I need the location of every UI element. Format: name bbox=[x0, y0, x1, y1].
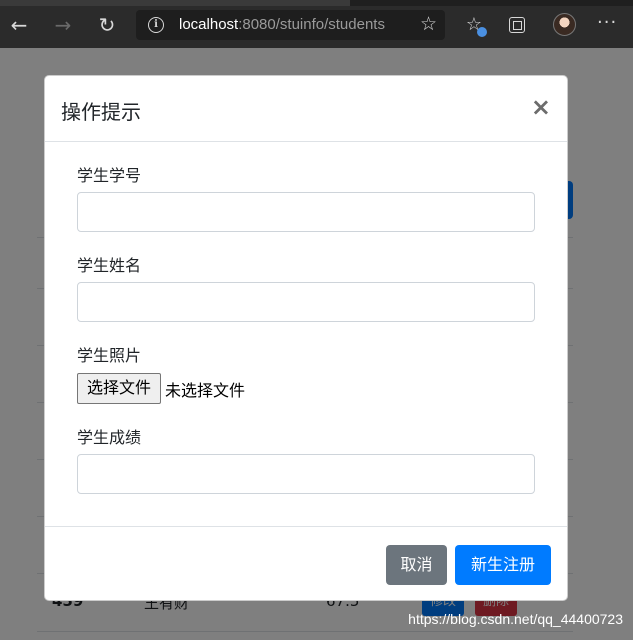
modal-footer-divider bbox=[45, 526, 567, 527]
student-photo-label: 学生照片 bbox=[77, 346, 142, 365]
student-name-label: 学生姓名 bbox=[77, 256, 142, 275]
more-icon[interactable]: ··· bbox=[597, 12, 617, 33]
avatar[interactable] bbox=[553, 13, 576, 36]
star-icon[interactable]: ☆ bbox=[420, 13, 437, 35]
refresh-icon[interactable]: ↻ bbox=[96, 14, 118, 36]
url-path: :8080/stuinfo/students bbox=[238, 16, 385, 33]
browser-toolbar: ← → ↻ i localhost:8080/stuinfo/students … bbox=[0, 0, 633, 48]
file-status-text: 未选择文件 bbox=[165, 381, 246, 400]
address-bar[interactable]: i localhost:8080/stuinfo/students ☆ bbox=[136, 10, 445, 40]
student-name-input[interactable] bbox=[77, 282, 535, 322]
modal-title: 操作提示 bbox=[61, 100, 141, 124]
url-text[interactable]: localhost:8080/stuinfo/students bbox=[179, 16, 385, 33]
modal-header: 操作提示 × bbox=[45, 76, 567, 142]
student-modal: 操作提示 × 学生学号 学生姓名 学生照片 选择文件 未选择文件 学生成绩 取消… bbox=[44, 75, 568, 601]
info-icon[interactable]: i bbox=[148, 17, 164, 33]
url-host: localhost bbox=[179, 16, 239, 33]
student-id-input[interactable] bbox=[77, 192, 535, 232]
collections-icon[interactable] bbox=[509, 17, 525, 33]
close-icon[interactable]: × bbox=[531, 94, 551, 120]
watermark-text: https://blog.csdn.net/qq_44400723 bbox=[408, 611, 623, 627]
choose-file-button[interactable]: 选择文件 bbox=[77, 373, 161, 404]
student-score-label: 学生成绩 bbox=[77, 428, 142, 447]
cancel-button[interactable]: 取消 bbox=[386, 545, 447, 585]
register-button[interactable]: 新生注册 bbox=[455, 545, 551, 585]
active-tab[interactable] bbox=[0, 0, 350, 6]
student-id-label: 学生学号 bbox=[77, 166, 142, 185]
favorites-icon[interactable]: ☆ bbox=[462, 13, 487, 37]
student-score-input[interactable] bbox=[77, 454, 535, 494]
forward-arrow-icon[interactable]: → bbox=[52, 14, 74, 36]
back-arrow-icon[interactable]: ← bbox=[8, 14, 30, 36]
favorites-badge bbox=[477, 27, 487, 37]
